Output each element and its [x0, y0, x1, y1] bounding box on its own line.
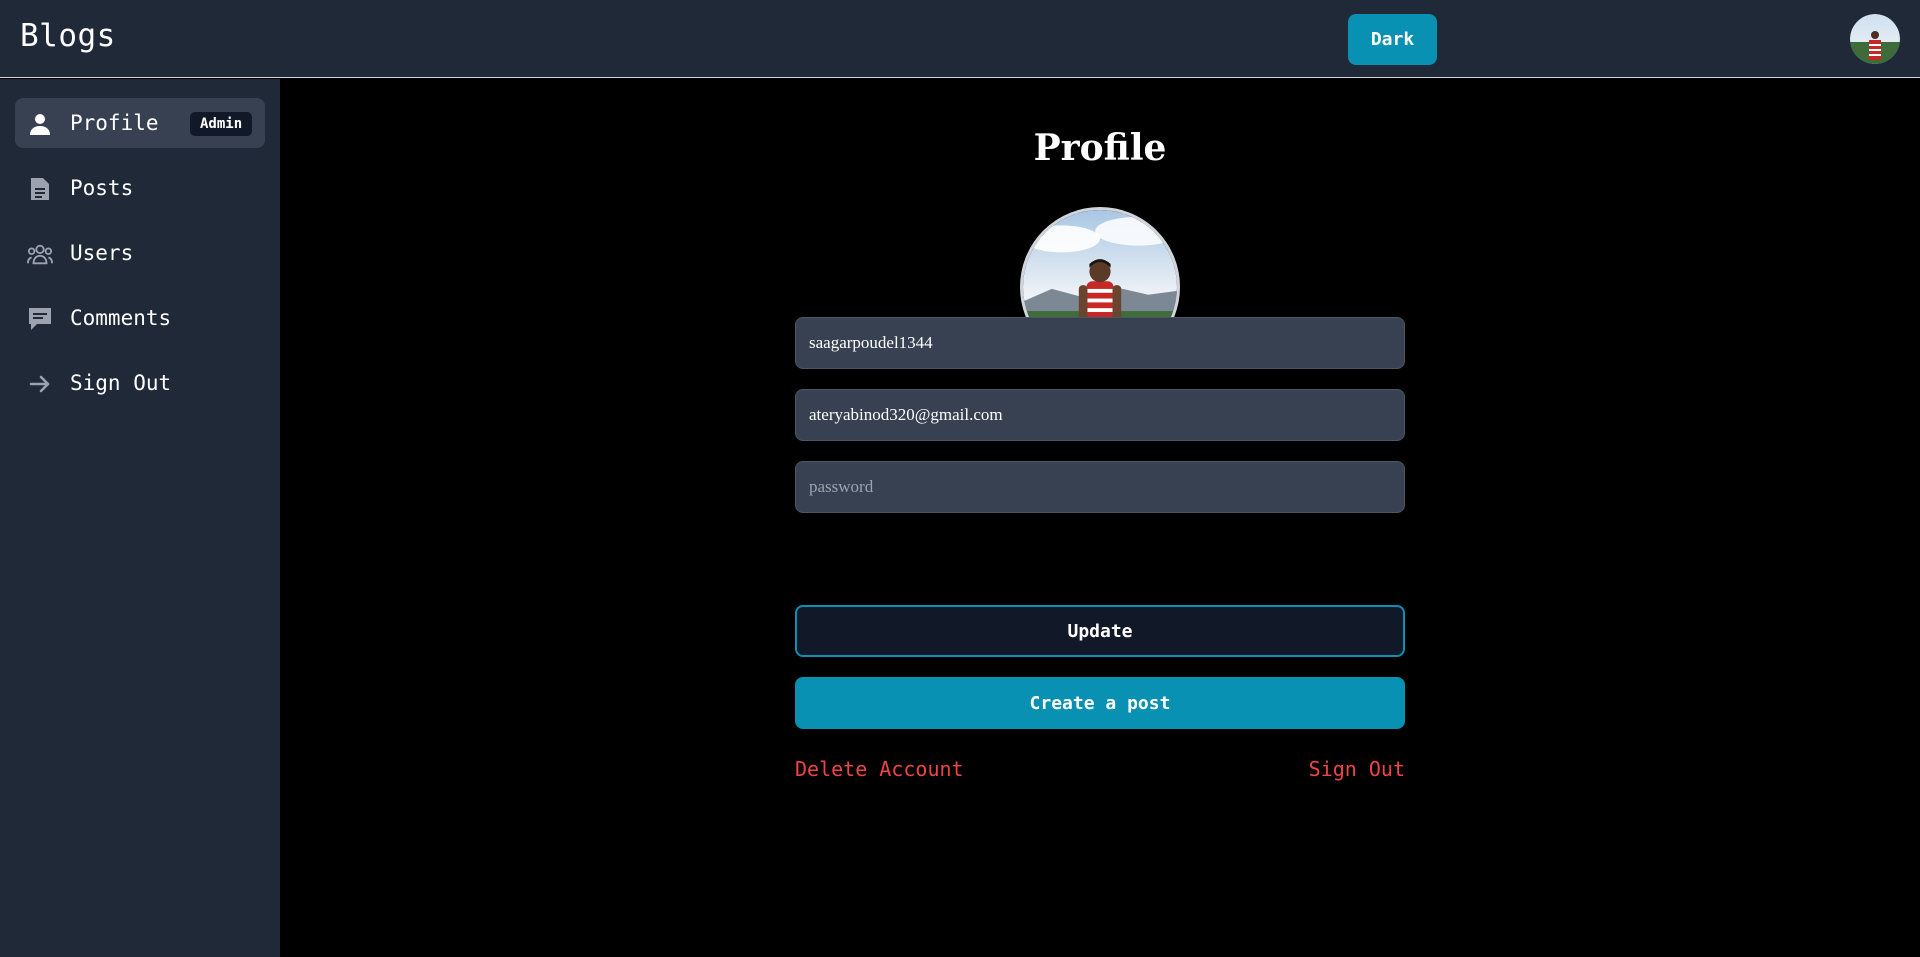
sidebar-item-label: Sign Out	[70, 371, 172, 395]
main-content: Profile saagarpoudel1344 ateryabinod320@…	[280, 79, 1920, 957]
sidebar-item-users[interactable]: Users	[15, 228, 265, 278]
theme-toggle-button[interactable]: Dark	[1348, 14, 1437, 65]
brand-logo[interactable]: Blogs	[20, 18, 116, 54]
delete-account-link[interactable]: Delete Account	[795, 757, 964, 781]
sidebar-item-profile[interactable]: Profile Admin	[15, 98, 265, 148]
sidebar-item-comments[interactable]: Comments	[15, 293, 265, 343]
update-button[interactable]: Update	[795, 605, 1405, 657]
comment-icon	[27, 306, 53, 332]
email-field[interactable]	[795, 389, 1405, 441]
users-group-icon	[27, 241, 53, 267]
arrow-right-icon	[27, 371, 53, 397]
sidebar-item-label: Profile	[70, 111, 159, 135]
sidebar-item-label: Posts	[70, 176, 134, 200]
top-navbar: Blogs Dark	[0, 0, 1920, 78]
sidebar: Profile Admin Posts Users Comments Sign …	[0, 79, 280, 957]
document-icon	[27, 176, 53, 202]
password-field[interactable]	[795, 461, 1405, 513]
page-title: Profile	[1033, 127, 1167, 169]
sign-out-link[interactable]: Sign Out	[1309, 757, 1405, 781]
avatar-photo-icon	[1850, 14, 1900, 64]
role-badge: Admin	[190, 112, 253, 136]
sidebar-item-posts[interactable]: Posts	[15, 163, 265, 213]
sidebar-item-sign-out[interactable]: Sign Out	[15, 358, 265, 408]
sidebar-item-label: Comments	[70, 306, 172, 330]
person-icon	[27, 111, 53, 137]
user-avatar[interactable]	[1850, 14, 1900, 64]
sidebar-item-label: Users	[70, 241, 134, 265]
username-field[interactable]	[795, 317, 1405, 369]
create-post-button[interactable]: Create a post	[795, 677, 1405, 729]
